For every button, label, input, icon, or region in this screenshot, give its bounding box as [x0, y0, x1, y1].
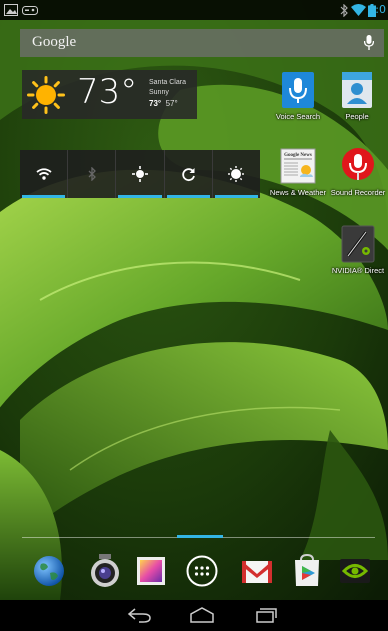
bluetooth-icon [340, 4, 348, 17]
news-icon-text: Google News [284, 153, 312, 158]
shortcut-people[interactable]: People [322, 70, 388, 121]
gallery-icon [137, 557, 165, 585]
dock-all-apps[interactable] [185, 554, 219, 588]
mic-icon[interactable] [364, 35, 374, 51]
nvidia-direct-icon [338, 224, 378, 264]
dock-camera[interactable] [88, 554, 122, 588]
voice-search-icon [278, 70, 318, 110]
home-icon[interactable] [189, 607, 215, 623]
camera-icon [91, 554, 119, 587]
people-icon [337, 70, 377, 110]
dock-gmail[interactable] [240, 554, 274, 588]
navigation-bar [0, 600, 388, 631]
dock-browser[interactable] [32, 554, 66, 588]
shortcut-nvidia-direct[interactable]: NVIDIA® Direct [323, 224, 388, 275]
sun-icon [27, 76, 65, 114]
dock-nvidia[interactable] [338, 554, 372, 588]
weather-high-low: 73° 57° [149, 99, 178, 108]
play-store-icon [295, 553, 319, 586]
sync-icon [182, 167, 195, 181]
weather-city: Santa Clara [149, 79, 186, 86]
brightness-icon [228, 166, 245, 182]
weather-temperature: 73° [77, 72, 138, 112]
picture-icon[interactable] [4, 4, 18, 16]
status-bar: 3:0 [0, 0, 388, 20]
toggle-indicator [214, 195, 259, 198]
power-control-widget [20, 150, 260, 198]
toggle-wifi[interactable] [20, 150, 69, 198]
toggle-indicator [118, 195, 162, 198]
nvidia-icon [340, 559, 370, 583]
shortcut-label: Sound Recorder [330, 188, 386, 197]
bluetooth-icon [88, 167, 96, 181]
weather-low: 57° [165, 99, 178, 108]
toggle-indicator [22, 195, 66, 198]
wifi-icon [36, 168, 52, 180]
dock-play-store[interactable] [290, 553, 324, 588]
shortcut-label: NVIDIA® Direct [331, 266, 385, 275]
globe-icon [34, 556, 64, 586]
recent-apps-icon[interactable] [252, 607, 278, 623]
toggle-sync[interactable] [165, 150, 213, 198]
search-label: Google [32, 34, 77, 50]
apps-grid-icon [186, 555, 218, 587]
gmail-icon [242, 561, 272, 583]
gps-icon [132, 166, 148, 182]
toggle-brightness[interactable] [213, 150, 260, 198]
toggle-gps[interactable] [116, 150, 165, 198]
shortcut-label: People [345, 112, 369, 121]
weather-high: 73° [149, 99, 162, 108]
dock-gallery[interactable] [134, 554, 168, 588]
google-search-bar[interactable]: Google [20, 29, 384, 57]
wifi-icon [351, 4, 366, 16]
toggle-bluetooth[interactable] [68, 150, 117, 198]
gamepad-icon[interactable] [22, 4, 38, 16]
sound-recorder-icon [338, 146, 378, 186]
back-icon[interactable] [127, 607, 153, 623]
shortcut-sound-recorder[interactable]: Sound Recorder [323, 146, 388, 197]
status-time: 3:0 [368, 3, 386, 16]
weather-condition: Sunny [149, 89, 169, 96]
news-weather-icon: Google News [278, 146, 318, 186]
weather-widget[interactable]: 73° Santa Clara Sunny 73° 57° [22, 70, 197, 119]
toggle-indicator [70, 195, 113, 198]
toggle-indicator [166, 195, 210, 198]
page-indicator [177, 535, 223, 538]
